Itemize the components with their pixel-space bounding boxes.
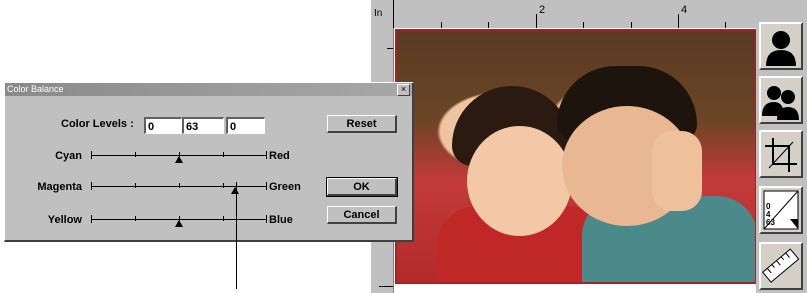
color-balance-dialog: Color Balance × Color Levels : 0 63 0 Re… [4,82,414,242]
ruler-number-4: 4 [681,4,688,16]
slider-tick [135,183,136,188]
horizontal-ruler: In 2 4 [371,0,756,29]
slider-end [91,182,92,190]
color-levels-label: Color Levels : [61,118,134,130]
ruler-tick [678,14,679,28]
measure-button[interactable] [759,242,803,290]
slider-tick [135,216,136,221]
cancel-button[interactable]: Cancel [327,206,397,224]
yellow-blue-slider[interactable] [91,213,267,227]
crop-button[interactable] [759,130,803,178]
dialog-titlebar[interactable]: Color Balance × [5,83,412,96]
preview-canvas[interactable] [394,28,757,293]
reset-button[interactable]: Reset [327,115,397,133]
cyan-red-level-field[interactable]: 0 [144,117,182,134]
ruler-tick [536,14,537,28]
slider-tick [135,152,136,157]
slider-end [91,215,92,223]
scanned-photo[interactable] [395,29,757,284]
ruler-unit-label: In [374,8,383,19]
ruler-tick [379,286,393,287]
magenta-label: Magenta [37,181,82,193]
slider-end [266,182,267,190]
magenta-green-level-field[interactable]: 63 [182,117,224,134]
photo-detail [467,126,572,236]
single-portrait-button[interactable] [759,22,803,70]
slider-thumb[interactable] [175,156,183,163]
crop-icon [765,138,797,172]
preview-window: In 2 4 [371,0,757,293]
blue-label: Blue [269,214,293,226]
green-label: Green [269,181,301,193]
tone-curve-icon: 0 4 63 [763,190,799,230]
close-button[interactable]: × [397,84,410,96]
slider-tick [223,216,224,221]
slider-tick [179,183,180,188]
tone-curve-button[interactable]: 0 4 63 [759,186,803,234]
slider-end [266,151,267,159]
ok-button[interactable]: OK [326,177,398,197]
slider-end [266,215,267,223]
slider-end [91,151,92,159]
tool-palette: 0 4 63 [756,0,807,293]
cyan-label: Cyan [55,150,82,162]
yellow-label: Yellow [47,214,82,226]
callout-line [236,182,237,289]
ruler-unit: In [371,0,394,28]
dialog-title: Color Balance [7,84,64,94]
single-portrait-icon [766,31,796,66]
magenta-green-slider[interactable] [91,180,267,194]
ruler-number-2: 2 [539,4,546,16]
photo-detail [652,131,702,211]
cyan-red-slider[interactable] [91,149,267,163]
slider-thumb[interactable] [175,220,183,227]
red-label: Red [269,150,290,162]
slider-tick [223,152,224,157]
multi-portrait-button[interactable] [759,76,803,124]
multi-portrait-icon [762,86,799,120]
ruler-icon [762,248,800,283]
tone-value: 63 [766,218,775,227]
slider-tick [223,183,224,188]
ruler-tick [387,48,393,49]
yellow-blue-level-field[interactable]: 0 [226,117,265,134]
ruler-tick [393,0,394,28]
